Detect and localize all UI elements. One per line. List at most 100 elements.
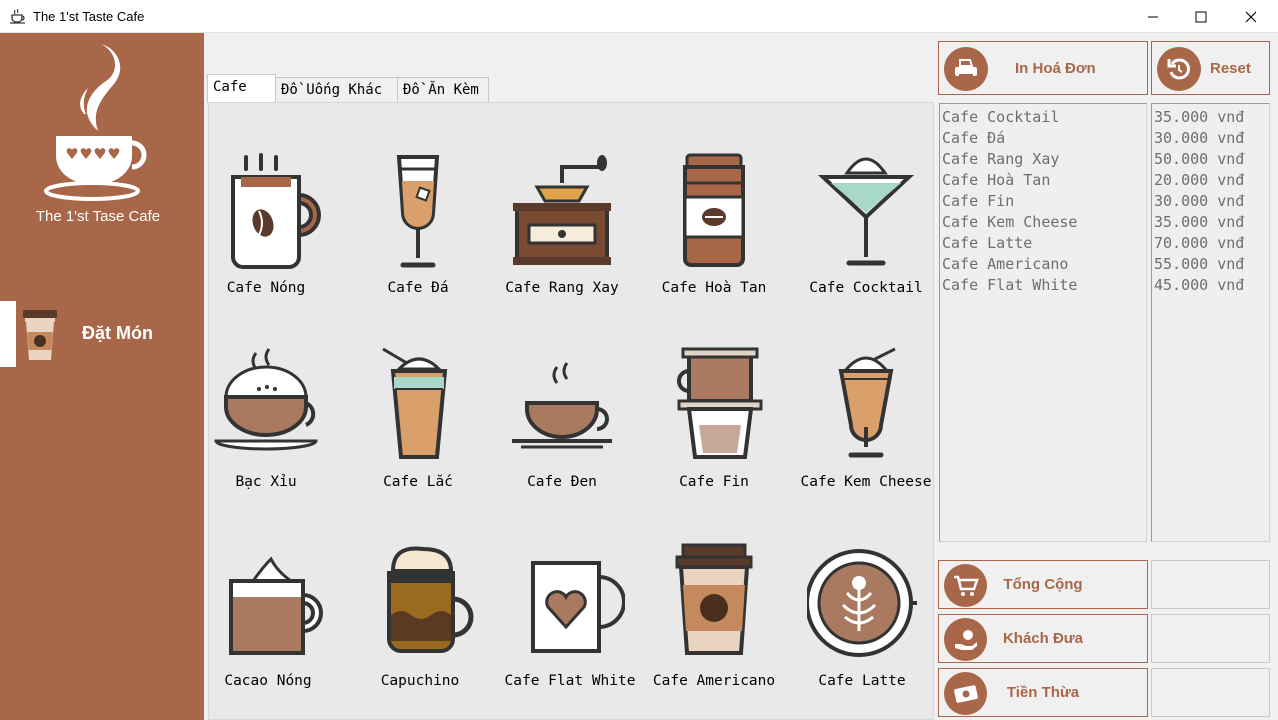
customer-paid-button[interactable]: Khách Đưa (938, 614, 1148, 663)
takeaway-coffee-icon (23, 310, 57, 360)
list-item[interactable]: 50.000 vnđ (1152, 149, 1269, 170)
menu-grid: Cafe Nóng Cafe Đá Cafe Rang Xay Cafe Hoà… (208, 102, 934, 720)
hot-cocoa-icon (229, 556, 323, 655)
maximize-button[interactable] (1176, 0, 1226, 33)
cheese-cream-coffee-icon (838, 347, 896, 458)
list-item[interactable]: Cafe Rang Xay (940, 149, 1146, 170)
close-button[interactable] (1226, 0, 1276, 33)
logo-text: The 1'st Tase Cafe (35, 208, 161, 225)
list-item[interactable]: 55.000 vnđ (1152, 254, 1269, 275)
list-item[interactable]: Cafe Hoà Tan (940, 170, 1146, 191)
tab-do-uong-khac[interactable]: Đồ Uống Khác (275, 77, 398, 103)
tab-cafe[interactable]: Cafe (207, 74, 276, 103)
menu-item-cafe-cocktail[interactable]: Cafe Cocktail (791, 153, 941, 296)
menu-item-cafe-americano[interactable]: Cafe Americano (639, 541, 789, 689)
menu-item-cafe-lac[interactable]: Cafe Lắc (343, 347, 493, 490)
total-value-field (1151, 560, 1270, 609)
menu-item-label: Cafe Lắc (383, 474, 453, 490)
nav-active-indicator (0, 301, 16, 367)
hot-coffee-mug-icon (231, 153, 321, 269)
list-item[interactable]: Cafe Đá (940, 128, 1146, 149)
coffee-cocktail-icon (817, 157, 915, 266)
menu-item-label: Capuchino (380, 673, 460, 689)
list-item[interactable]: Cafe Flat White (940, 275, 1146, 296)
menu-item-cafe-kem-cheese[interactable]: Cafe Kem Cheese (791, 347, 941, 490)
maximize-icon (1195, 11, 1207, 22)
menu-item-capuchino[interactable]: Capuchino (345, 541, 495, 689)
minimize-icon (1148, 16, 1158, 17)
phin-filter-icon (677, 347, 763, 459)
list-item[interactable]: Cafe Fin (940, 191, 1146, 212)
print-invoice-label: In Hoá Đơn (1015, 60, 1096, 77)
customer-paid-label: Khách Đưa (1002, 630, 1084, 647)
menu-item-cafe-den[interactable]: Cafe Đen (487, 347, 637, 490)
nav-item-dat-mon[interactable]: Đặt Món (0, 301, 204, 367)
iced-coffee-glass-icon (396, 155, 440, 268)
menu-item-cafe-fin[interactable]: Cafe Fin (639, 347, 789, 490)
shaken-coffee-icon (382, 347, 448, 459)
menu-item-label: Cafe Flat White (504, 673, 636, 689)
menu-item-cafe-rang-xay[interactable]: Cafe Rang Xay (487, 153, 637, 296)
menu-item-label: Cafe Rang Xay (505, 280, 619, 296)
menu-item-cafe-nong[interactable]: Cafe Nóng (191, 153, 341, 296)
latte-art-icon (807, 549, 917, 657)
menu-item-bac-xiu[interactable]: Bạc Xỉu (191, 347, 341, 490)
list-item[interactable]: 30.000 vnđ (1152, 191, 1269, 212)
instant-coffee-jar-icon (683, 153, 745, 267)
menu-item-label: Cafe Kem Cheese (800, 474, 932, 490)
window-title: The 1'st Taste Cafe (33, 9, 145, 24)
list-item[interactable]: 30.000 vnđ (1152, 128, 1269, 149)
reset-icon (1167, 58, 1190, 80)
menu-item-label: Cafe Đá (387, 280, 449, 296)
customer-paid-field[interactable] (1151, 614, 1270, 663)
change-value-field (1151, 668, 1270, 717)
change-button[interactable]: Tiền Thừa (938, 668, 1148, 717)
menu-item-cafe-hoa-tan[interactable]: Cafe Hoà Tan (639, 153, 789, 296)
list-item[interactable]: Cafe Americano (940, 254, 1146, 275)
tab-do-an-kem[interactable]: Đồ Ăn Kèm (397, 77, 489, 103)
order-prices-list[interactable]: 35.000 vnđ 30.000 vnđ 50.000 vnđ 20.000 … (1151, 103, 1270, 542)
reset-button[interactable]: Reset (1151, 41, 1270, 95)
printer-icon (955, 59, 977, 78)
title-bar: The 1'st Taste Cafe (0, 0, 1278, 33)
menu-item-cafe-latte[interactable]: Cafe Latte (787, 541, 937, 689)
flat-white-heart-mug-icon (531, 561, 625, 653)
bac-xiu-cup-icon (214, 348, 318, 451)
cappuccino-icon (387, 546, 474, 653)
nav-item-label: Đặt Món (82, 323, 153, 343)
change-label: Tiền Thừa (1006, 684, 1080, 701)
menu-item-label: Bạc Xỉu (235, 474, 297, 490)
menu-item-cafe-flat-white[interactable]: Cafe Flat White (495, 541, 645, 689)
print-invoice-button[interactable]: In Hoá Đơn (938, 41, 1148, 95)
sidebar: The 1'st Tase Cafe Đặt Món (0, 33, 204, 720)
coffee-grinder-icon (513, 155, 611, 265)
list-item[interactable]: 45.000 vnđ (1152, 275, 1269, 296)
menu-item-label: Cafe Cocktail (809, 280, 923, 296)
list-item[interactable]: 35.000 vnđ (1152, 107, 1269, 128)
reset-label: Reset (1210, 60, 1251, 77)
menu-item-label: Cafe Latte (818, 673, 906, 689)
menu-item-label: Cafe Nóng (226, 280, 306, 296)
menu-item-cafe-da[interactable]: Cafe Đá (343, 153, 493, 296)
list-item[interactable]: Cafe Cocktail (940, 107, 1146, 128)
list-item[interactable]: Cafe Latte (940, 233, 1146, 254)
cafe-logo-icon (44, 44, 147, 201)
menu-item-label: Cafe Hoà Tan (661, 280, 767, 296)
printer-icon-bg (944, 47, 988, 91)
menu-item-label: Cacao Nóng (224, 673, 312, 689)
total-button[interactable]: Tổng Cộng (938, 560, 1148, 609)
reset-icon-bg (1157, 47, 1201, 91)
americano-cup-icon (675, 543, 753, 655)
menu-item-label: Cafe Americano (652, 673, 776, 689)
list-item[interactable]: 70.000 vnđ (1152, 233, 1269, 254)
list-item[interactable]: 35.000 vnđ (1152, 212, 1269, 233)
total-label: Tổng Cộng (1003, 576, 1083, 593)
minimize-button[interactable] (1128, 0, 1178, 33)
black-coffee-cup-icon (512, 362, 612, 449)
close-icon (1245, 11, 1257, 22)
order-items-list[interactable]: Cafe Cocktail Cafe Đá Cafe Rang Xay Cafe… (939, 103, 1147, 542)
menu-item-cacao-nong[interactable]: Cacao Nóng (193, 541, 343, 689)
list-item[interactable]: Cafe Kem Cheese (940, 212, 1146, 233)
list-item[interactable]: 20.000 vnđ (1152, 170, 1269, 191)
coffee-cup-app-icon (10, 8, 25, 24)
